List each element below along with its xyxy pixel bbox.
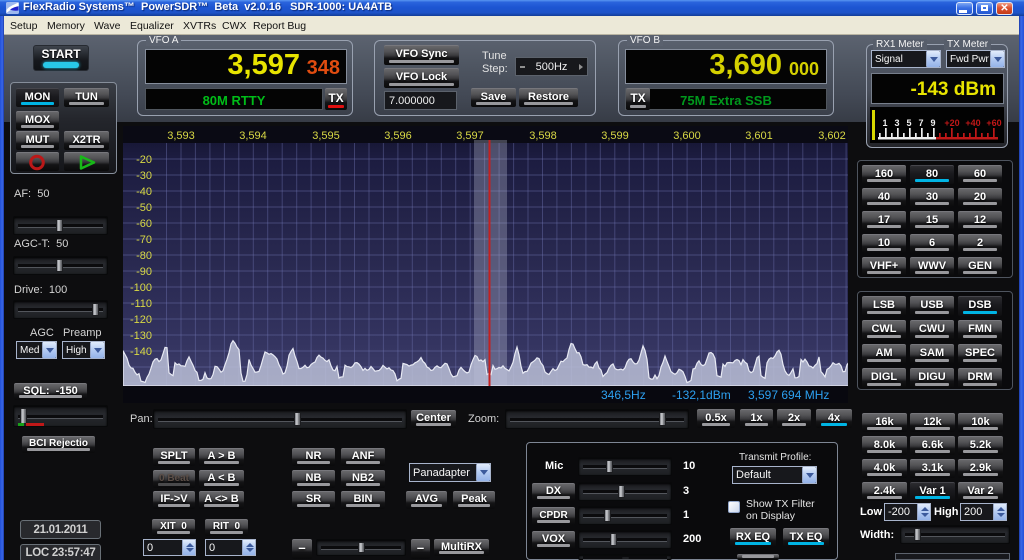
svg-text:-60: -60: [136, 218, 152, 230]
svg-text:-40: -40: [136, 186, 152, 198]
svg-text:3,597: 3,597: [456, 130, 484, 142]
svg-text:-130: -130: [130, 330, 152, 342]
svg-text:-100: -100: [130, 282, 152, 294]
svg-text:3,593: 3,593: [167, 130, 195, 142]
svg-text:3: 3: [894, 118, 899, 128]
svg-text:3,598: 3,598: [529, 130, 557, 142]
svg-text:5: 5: [906, 118, 911, 128]
svg-text:+40: +40: [965, 118, 980, 128]
svg-text:7: 7: [918, 118, 923, 128]
svg-text:3,599: 3,599: [601, 130, 629, 142]
svg-text:+20: +20: [944, 118, 959, 128]
svg-text:-70: -70: [136, 234, 152, 246]
svg-text:3,600: 3,600: [673, 130, 701, 142]
svg-text:-20: -20: [136, 154, 152, 166]
svg-text:+60: +60: [986, 118, 1001, 128]
svg-text:-90: -90: [136, 266, 152, 278]
svg-text:3,595: 3,595: [312, 130, 340, 142]
svg-text:-80: -80: [136, 250, 152, 262]
svg-text:3,601: 3,601: [745, 130, 773, 142]
svg-text:-50: -50: [136, 202, 152, 214]
svg-text:9: 9: [930, 118, 935, 128]
svg-text:-140: -140: [130, 346, 152, 358]
svg-text:3,596: 3,596: [384, 130, 412, 142]
svg-text:-30: -30: [136, 170, 152, 182]
svg-text:-120: -120: [130, 314, 152, 326]
svg-text:1: 1: [882, 118, 887, 128]
svg-text:3,602: 3,602: [818, 130, 846, 142]
svg-text:3,594: 3,594: [239, 130, 267, 142]
svg-text:-110: -110: [131, 298, 152, 310]
